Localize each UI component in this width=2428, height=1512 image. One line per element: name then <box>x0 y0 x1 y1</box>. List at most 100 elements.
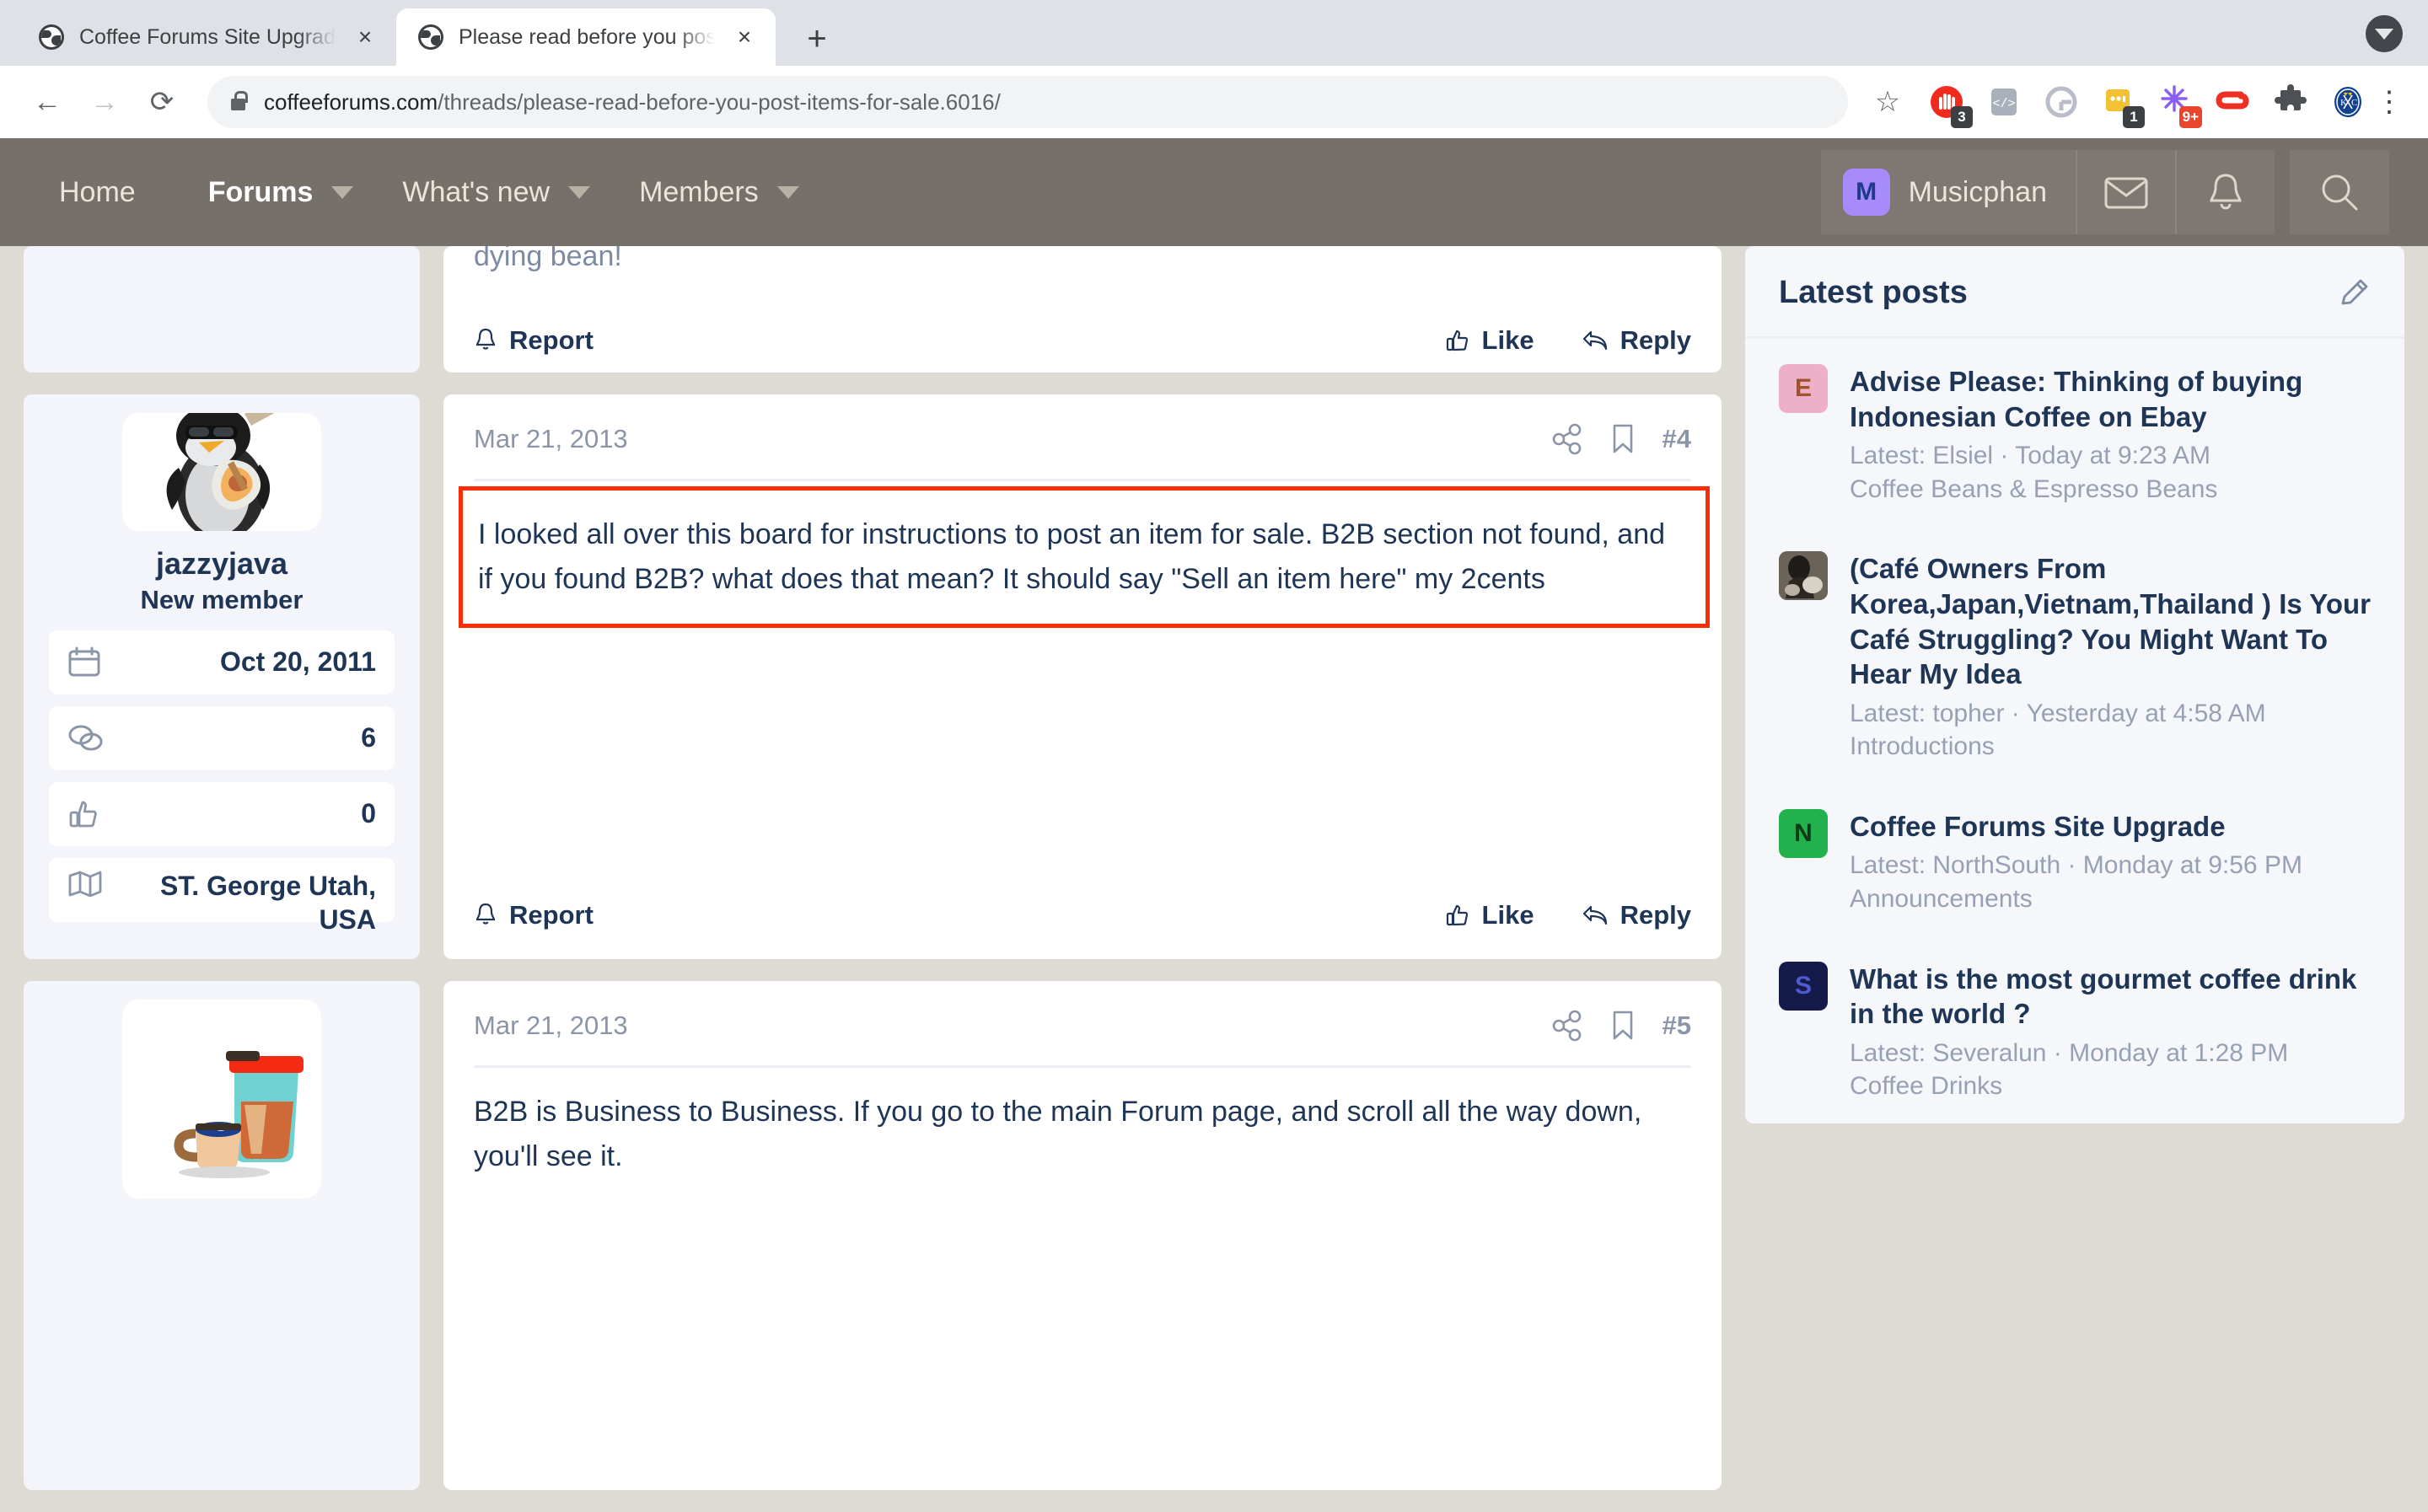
list-item[interactable]: N Coffee Forums Site Upgrade Latest: Nor… <box>1745 784 2404 936</box>
browser-tab-2[interactable]: Please read before you post ite × <box>396 8 776 66</box>
post-date: Mar 21, 2013 <box>474 1011 628 1041</box>
bell-icon <box>474 327 497 354</box>
reply-button[interactable]: Reply <box>1582 900 1691 930</box>
chevron-down-icon[interactable] <box>777 186 799 199</box>
bookmark-star-icon[interactable]: ☆ <box>1863 85 1912 119</box>
share-icon[interactable] <box>1551 1010 1583 1042</box>
list-item[interactable]: E Advise Please: Thinking of buying Indo… <box>1745 339 2404 526</box>
thread-meta: Latest: topher · Yesterday at 4:58 AM <box>1850 697 2371 731</box>
report-button[interactable]: Report <box>474 900 594 930</box>
list-item[interactable]: (Café Owners From Korea,Japan,Vietnam,Th… <box>1745 526 2404 784</box>
pencil-icon[interactable] <box>2337 276 2371 310</box>
reload-button[interactable]: ⟳ <box>135 75 189 129</box>
thread-forum[interactable]: Coffee Drinks <box>1850 1070 2371 1103</box>
forward-button[interactable]: → <box>78 75 132 129</box>
list-item-body: What is the most gourmet coffee drink in… <box>1850 962 2371 1103</box>
location-text: ST. George Utah, USA <box>121 870 376 936</box>
mail-icon[interactable] <box>2076 150 2175 234</box>
reply-arrow-icon <box>1582 329 1609 352</box>
nav-item-home[interactable]: Home <box>59 176 136 209</box>
report-label: Report <box>509 900 594 930</box>
svg-text:</>: </> <box>1992 97 2015 111</box>
thread-meta: Latest: Elsiel · Today at 9:23 AM <box>1850 439 2371 473</box>
avatar: M <box>1843 169 1890 216</box>
report-button[interactable]: Report <box>474 325 594 356</box>
list-item[interactable]: S What is the most gourmet coffee drink … <box>1745 936 2404 1123</box>
bookmark-icon[interactable] <box>1610 423 1636 455</box>
chevron-down-icon[interactable] <box>568 186 590 199</box>
kc-profile-icon[interactable]: K C <box>2329 83 2367 121</box>
like-label: Like <box>1482 325 1534 356</box>
nav-item-forums[interactable]: Forums <box>208 176 354 209</box>
like-button[interactable]: Like <box>1445 900 1534 930</box>
bell-icon[interactable] <box>2175 150 2275 234</box>
user-menu-button[interactable]: M Musicphan <box>1821 150 2076 234</box>
close-icon[interactable]: × <box>351 25 379 49</box>
report-label: Report <box>509 325 594 356</box>
thread-title[interactable]: Advise Please: Thinking of buying Indone… <box>1850 364 2371 434</box>
thread-title[interactable]: (Café Owners From Korea,Japan,Vietnam,Th… <box>1850 551 2371 691</box>
post-content: Mar 21, 2013 <box>443 981 1722 1490</box>
thread-forum[interactable]: Coffee Beans & Espresso Beans <box>1850 473 2371 507</box>
bell-icon <box>474 902 497 929</box>
thread-forum[interactable]: Announcements <box>1850 882 2371 916</box>
thumbs-up-icon <box>67 798 106 830</box>
thumbs-up-icon <box>1445 903 1470 928</box>
reply-button[interactable]: Reply <box>1582 325 1691 356</box>
search-icon[interactable] <box>2290 150 2389 234</box>
post-number[interactable]: #5 <box>1663 1011 1691 1041</box>
username-label: Musicphan <box>1909 176 2047 209</box>
red-swirl-icon[interactable] <box>2214 83 2253 121</box>
address-bar[interactable]: coffeeforums.com/threads/please-read-bef… <box>207 76 1848 128</box>
thumbs-up-icon <box>1445 328 1470 353</box>
thread-forum[interactable]: Introductions <box>1850 730 2371 764</box>
tab-title: Please read before you post ite <box>459 25 715 50</box>
lock-icon <box>231 99 245 110</box>
svg-text:C: C <box>2351 98 2357 108</box>
bookmark-icon[interactable] <box>1610 1010 1636 1042</box>
browser-window: Coffee Forums Site Upgrade | C × Please … <box>0 0 2428 1512</box>
nav-item-whats-new[interactable]: What's new <box>402 176 590 209</box>
browser-menu-icon[interactable]: ⋮ <box>2371 85 2408 119</box>
list-item-body: (Café Owners From Korea,Japan,Vietnam,Th… <box>1850 551 2371 764</box>
notes-icon[interactable]: 1 <box>2099 83 2138 121</box>
grammarly-icon[interactable] <box>2042 83 2081 121</box>
post-date: Mar 21, 2013 <box>474 424 628 454</box>
post-author-card <box>24 246 420 373</box>
thread-title[interactable]: Coffee Forums Site Upgrade <box>1850 809 2371 844</box>
notes-badge: 1 <box>2123 106 2145 128</box>
puzzle-extensions-icon[interactable] <box>2271 83 2310 121</box>
browser-toolbar: ← → ⟳ coffeeforums.com/threads/please-re… <box>0 66 2428 138</box>
nav-label: Forums <box>208 176 314 209</box>
post-content: dying bean! Report <box>443 246 1722 373</box>
reply-label: Reply <box>1620 325 1691 356</box>
chevron-down-icon[interactable] <box>331 186 353 199</box>
author-name[interactable]: jazzyjava <box>156 546 287 582</box>
latest-posts-widget: Latest posts E Advise Please: Thinking o… <box>1745 246 2404 1123</box>
chevron-down-icon[interactable] <box>2366 15 2403 52</box>
messages-count: 6 <box>121 721 376 755</box>
sparkle-icon[interactable]: 9+ <box>2157 83 2195 121</box>
code-viewer-icon[interactable]: </> <box>1985 83 2023 121</box>
share-icon[interactable] <box>1551 423 1583 455</box>
avatar: N <box>1779 809 1828 858</box>
widget-title: Latest posts <box>1779 275 1968 311</box>
sparkle-badge: 9+ <box>2179 106 2202 128</box>
browser-tab-1[interactable]: Coffee Forums Site Upgrade | C × <box>17 8 396 66</box>
thread-title[interactable]: What is the most gourmet coffee drink in… <box>1850 962 2371 1032</box>
tab-strip: Coffee Forums Site Upgrade | C × Please … <box>0 0 2428 66</box>
globe-icon <box>39 24 64 50</box>
honey-icon[interactable]: 3 <box>1927 83 1966 121</box>
joined-date: Oct 20, 2011 <box>121 646 376 679</box>
post-number[interactable]: #4 <box>1663 424 1691 454</box>
thread-column: dying bean! Report <box>0 246 1745 1512</box>
back-button[interactable]: ← <box>20 75 74 129</box>
coffee-pot-avatar[interactable] <box>122 1000 321 1198</box>
close-icon[interactable]: × <box>730 25 759 49</box>
post-content: Mar 21, 2013 <box>443 394 1722 959</box>
url-path: /threads/please-read-before-you-post-ite… <box>438 89 1001 115</box>
nav-item-members[interactable]: Members <box>639 176 799 209</box>
new-tab-button[interactable]: + <box>798 22 836 56</box>
penguin-guitar-avatar[interactable] <box>122 413 321 531</box>
like-button[interactable]: Like <box>1445 325 1534 356</box>
